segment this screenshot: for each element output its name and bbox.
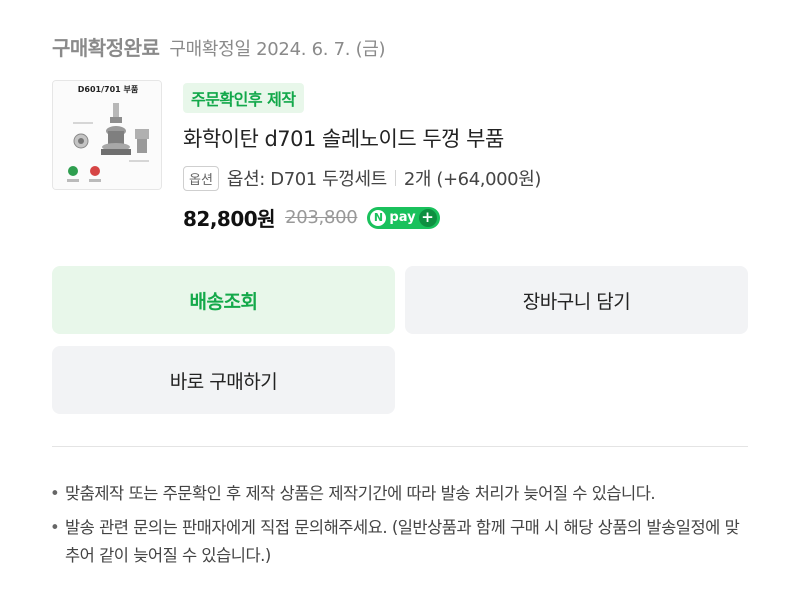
option-quantity: 2개 (+64,000원)	[403, 169, 542, 190]
notice-list: • 맞춤제작 또는 주문확인 후 제작 상품은 제작기간에 따라 발송 처리가 …	[50, 480, 750, 576]
buy-now-button[interactable]: 바로 구매하기	[52, 346, 395, 414]
option-text: 옵션: D701 두껑세트	[226, 169, 387, 190]
bullet-icon: •	[50, 518, 60, 537]
product-thumbnail[interactable]: D601/701 부품	[52, 80, 162, 190]
order-detail-page: 구매확정완료 구매확정일 2024. 6. 7. (금) D601/701 부품	[0, 0, 800, 590]
made-to-order-badge: 주문확인후 제작	[183, 83, 304, 113]
notice-item: • 발송 관련 문의는 판매자에게 직접 문의해주세요. (일반상품과 함께 구…	[50, 514, 750, 570]
notice-item: • 맞춤제작 또는 주문확인 후 제작 상품은 제작기간에 따라 발송 처리가 …	[50, 480, 750, 508]
price-row: 82,800원 203,800 N pay +	[183, 203, 763, 232]
product-image: D601/701 부품	[53, 81, 161, 189]
product-info: 주문확인후 제작 화학이탄 d701 솔레노이드 두껑 부품 옵션 옵션: D7…	[183, 83, 763, 232]
thumbnail-caption: D601/701 부품	[78, 85, 139, 94]
notice-text: 발송 관련 문의는 판매자에게 직접 문의해주세요. (일반상품과 함께 구매 …	[65, 518, 740, 565]
option-row: 옵션 옵션: D701 두껑세트 2개 (+64,000원)	[183, 165, 763, 191]
plus-icon: +	[418, 208, 437, 227]
order-status: 구매확정완료	[52, 36, 160, 60]
bullet-icon: •	[50, 484, 60, 503]
notice-text: 맞춤제작 또는 주문확인 후 제작 상품은 제작기간에 따라 발송 처리가 늦어…	[65, 484, 656, 503]
purchase-confirm-date: 구매확정일 2024. 6. 7. (금)	[169, 39, 386, 60]
product-name[interactable]: 화학이탄 d701 솔레노이드 두껑 부품	[183, 123, 763, 153]
npay-plus-badge: N pay +	[367, 206, 440, 229]
order-header: 구매확정완료 구매확정일 2024. 6. 7. (금)	[52, 32, 386, 61]
option-tag: 옵션	[183, 165, 219, 191]
npay-label: pay	[389, 210, 416, 225]
add-to-cart-button[interactable]: 장바구니 담기	[405, 266, 748, 334]
track-delivery-button[interactable]: 배송조회	[52, 266, 395, 334]
price-current: 82,800원	[183, 207, 276, 231]
section-divider	[52, 446, 748, 447]
npay-n-icon: N	[370, 209, 387, 226]
option-divider	[394, 170, 396, 186]
price-original: 203,800	[285, 207, 358, 228]
